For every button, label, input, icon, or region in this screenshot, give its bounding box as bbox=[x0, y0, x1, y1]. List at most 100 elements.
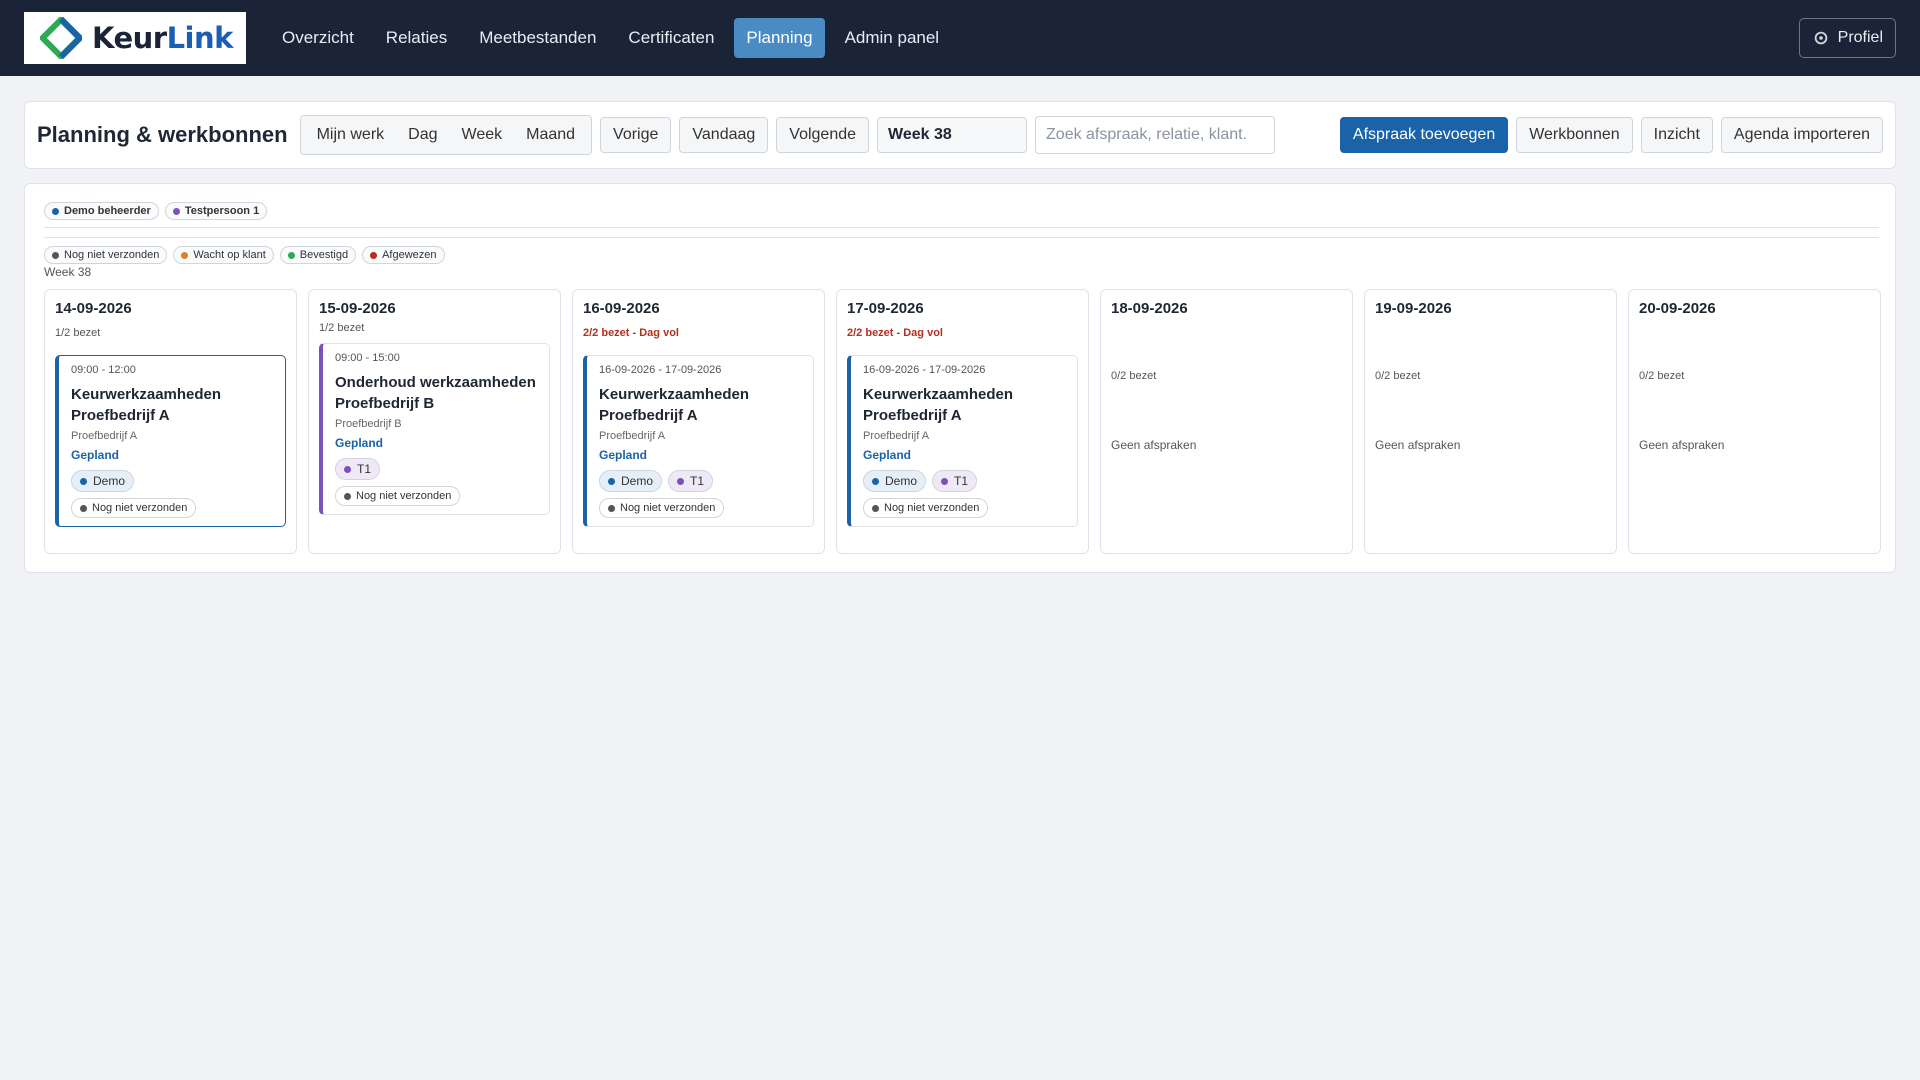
gear-icon bbox=[1814, 31, 1827, 45]
planning-board: Demo beheerder Testpersoon 1 Nog niet ve… bbox=[24, 183, 1896, 573]
appointment-title: Keurwerkzaamheden Proefbedrijf A bbox=[599, 386, 750, 424]
person-color-dot bbox=[52, 207, 59, 215]
nav-overzicht[interactable]: Overzicht bbox=[270, 18, 366, 58]
brand-name: KeurLink bbox=[92, 21, 233, 55]
day-column[interactable]: 20-09-2026 0/2 bezet Geen afspraken bbox=[1628, 289, 1881, 554]
page-title: Planning & werkbonnen bbox=[37, 122, 288, 147]
people-filter: Demo beheerder Testpersoon 1 bbox=[44, 202, 268, 220]
day-date: 14-09-2026 bbox=[55, 300, 132, 317]
day-capacity: 1/2 bezet bbox=[55, 327, 101, 339]
previous-button[interactable]: Vorige bbox=[600, 117, 672, 153]
assignee-tag: Demo bbox=[71, 470, 135, 492]
day-capacity: 2/2 bezet - Dag vol bbox=[583, 327, 679, 339]
view-week[interactable]: Week bbox=[450, 126, 515, 144]
person-color-dot bbox=[172, 207, 180, 215]
appointment-card[interactable]: 09:00 - 12:00 Keurwerkzaamheden Proefbed… bbox=[55, 355, 286, 527]
person-chip[interactable]: Demo beheerder bbox=[44, 202, 159, 220]
divider bbox=[44, 237, 1879, 238]
day-capacity: 0/2 bezet bbox=[1111, 370, 1157, 382]
day-capacity: 2/2 bezet - Dag vol bbox=[847, 327, 943, 339]
person-chip[interactable]: Testpersoon 1 bbox=[164, 202, 268, 220]
day-date: 19-09-2026 bbox=[1375, 300, 1452, 317]
appointment-card[interactable]: 16-09-2026 - 17-09-2026 Keurwerkzaamhede… bbox=[847, 355, 1078, 527]
status-dot bbox=[52, 251, 59, 259]
nav-meetbestanden[interactable]: Meetbestanden bbox=[467, 18, 608, 58]
appointment-state: Gepland bbox=[599, 448, 648, 462]
empty-state: Geen afspraken bbox=[1111, 438, 1197, 452]
send-status: Nog niet verzonden bbox=[863, 498, 989, 518]
empty-state: Geen afspraken bbox=[1375, 438, 1461, 452]
day-date: 20-09-2026 bbox=[1639, 300, 1716, 317]
appointment-time: 16-09-2026 - 17-09-2026 bbox=[599, 364, 722, 376]
day-column[interactable]: 14-09-2026 1/2 bezet 09:00 - 12:00 Keurw… bbox=[44, 289, 297, 554]
assignee-tags: Demo bbox=[71, 470, 275, 492]
appointment-time: 09:00 - 15:00 bbox=[335, 352, 400, 364]
send-status: Nog niet verzonden bbox=[599, 498, 725, 518]
profile-label: Profiel bbox=[1837, 29, 1883, 46]
view-maand[interactable]: Maand bbox=[514, 126, 587, 144]
appointment-title: Keurwerkzaamheden Proefbedrijf A bbox=[71, 386, 222, 424]
planning-toolbar: Planning & werkbonnen Mijn werk Dag Week… bbox=[24, 101, 1896, 169]
day-column[interactable]: 16-09-2026 2/2 bezet - Dag vol 16-09-202… bbox=[572, 289, 825, 554]
nav-relaties[interactable]: Relaties bbox=[374, 18, 459, 58]
status-chip[interactable]: Wacht op klant bbox=[173, 246, 274, 264]
day-column[interactable]: 17-09-2026 2/2 bezet - Dag vol 16-09-202… bbox=[836, 289, 1089, 554]
status-chip[interactable]: Afgewezen bbox=[362, 246, 445, 264]
next-button[interactable]: Volgende bbox=[776, 117, 870, 153]
day-column[interactable]: 19-09-2026 0/2 bezet Geen afspraken bbox=[1364, 289, 1617, 554]
day-date: 17-09-2026 bbox=[847, 300, 924, 317]
divider bbox=[44, 227, 1879, 228]
appointment-state: Gepland bbox=[335, 436, 384, 450]
profile-button[interactable]: Profiel bbox=[1798, 18, 1896, 58]
send-status: Nog niet verzonden bbox=[71, 498, 197, 518]
view-mijn-werk[interactable]: Mijn werk bbox=[305, 126, 397, 144]
send-status: Nog niet verzonden bbox=[335, 486, 461, 506]
status-dot bbox=[181, 251, 189, 259]
appointment-client: Proefbedrijf A bbox=[863, 430, 930, 442]
appointment-title: Keurwerkzaamheden Proefbedrijf A bbox=[863, 386, 1014, 424]
status-dot bbox=[287, 251, 295, 259]
assignee-tags: Demo T1 bbox=[599, 470, 803, 492]
status-dot bbox=[370, 251, 378, 259]
logo-icon bbox=[40, 17, 82, 59]
today-button[interactable]: Vandaag bbox=[679, 117, 769, 153]
appointment-client: Proefbedrijf B bbox=[335, 418, 402, 430]
day-capacity: 1/2 bezet bbox=[319, 322, 365, 334]
main-nav: Overzicht Relaties Meetbestanden Certifi… bbox=[270, 18, 951, 58]
day-capacity: 0/2 bezet bbox=[1639, 370, 1685, 382]
add-appointment-button[interactable]: Afspraak toevoegen bbox=[1339, 117, 1509, 153]
import-calendar-button[interactable]: Agenda importeren bbox=[1720, 117, 1883, 153]
appointment-client: Proefbedrijf A bbox=[71, 430, 138, 442]
appointment-card[interactable]: 09:00 - 15:00 Onderhoud werkzaamheden Pr… bbox=[319, 343, 550, 515]
day-column[interactable]: 15-09-2026 1/2 bezet 09:00 - 15:00 Onder… bbox=[308, 289, 561, 554]
workorders-button[interactable]: Werkbonnen bbox=[1516, 117, 1633, 153]
status-chip[interactable]: Bevestigd bbox=[279, 246, 357, 264]
status-legend: Nog niet verzonden Wacht op klant Bevest… bbox=[44, 246, 445, 264]
empty-state: Geen afspraken bbox=[1639, 438, 1725, 452]
assignee-tag: Demo bbox=[599, 470, 663, 492]
view-switcher: Mijn werk Dag Week Maand bbox=[299, 115, 593, 155]
appointment-time: 16-09-2026 - 17-09-2026 bbox=[863, 364, 986, 376]
assignee-tag: Demo bbox=[863, 470, 927, 492]
nav-admin-panel[interactable]: Admin panel bbox=[833, 18, 952, 58]
day-date: 15-09-2026 bbox=[319, 300, 396, 317]
top-navbar: KeurLink Overzicht Relaties Meetbestande… bbox=[0, 0, 1920, 76]
status-chip[interactable]: Nog niet verzonden bbox=[44, 246, 168, 264]
day-date: 16-09-2026 bbox=[583, 300, 660, 317]
brand-logo[interactable]: KeurLink bbox=[24, 12, 246, 64]
appointment-time: 09:00 - 12:00 bbox=[71, 364, 136, 376]
assignee-tag: T1 bbox=[668, 470, 714, 492]
search-input[interactable]: Zoek afspraak, relatie, klant. bbox=[1035, 116, 1276, 154]
appointment-title: Onderhoud werkzaamheden Proefbedrijf B bbox=[335, 374, 536, 412]
appointment-client: Proefbedrijf A bbox=[599, 430, 666, 442]
nav-planning[interactable]: Planning bbox=[734, 18, 825, 58]
assignee-tags: Demo T1 bbox=[863, 470, 1067, 492]
week-label: Week 38 bbox=[44, 265, 92, 279]
nav-certificaten[interactable]: Certificaten bbox=[616, 18, 726, 58]
week-field[interactable]: Week 38 bbox=[877, 117, 1028, 153]
assignee-tag: T1 bbox=[932, 470, 978, 492]
insight-button[interactable]: Inzicht bbox=[1640, 117, 1713, 153]
appointment-card[interactable]: 16-09-2026 - 17-09-2026 Keurwerkzaamhede… bbox=[583, 355, 814, 527]
view-dag[interactable]: Dag bbox=[396, 126, 449, 144]
day-column[interactable]: 18-09-2026 0/2 bezet Geen afspraken bbox=[1100, 289, 1353, 554]
